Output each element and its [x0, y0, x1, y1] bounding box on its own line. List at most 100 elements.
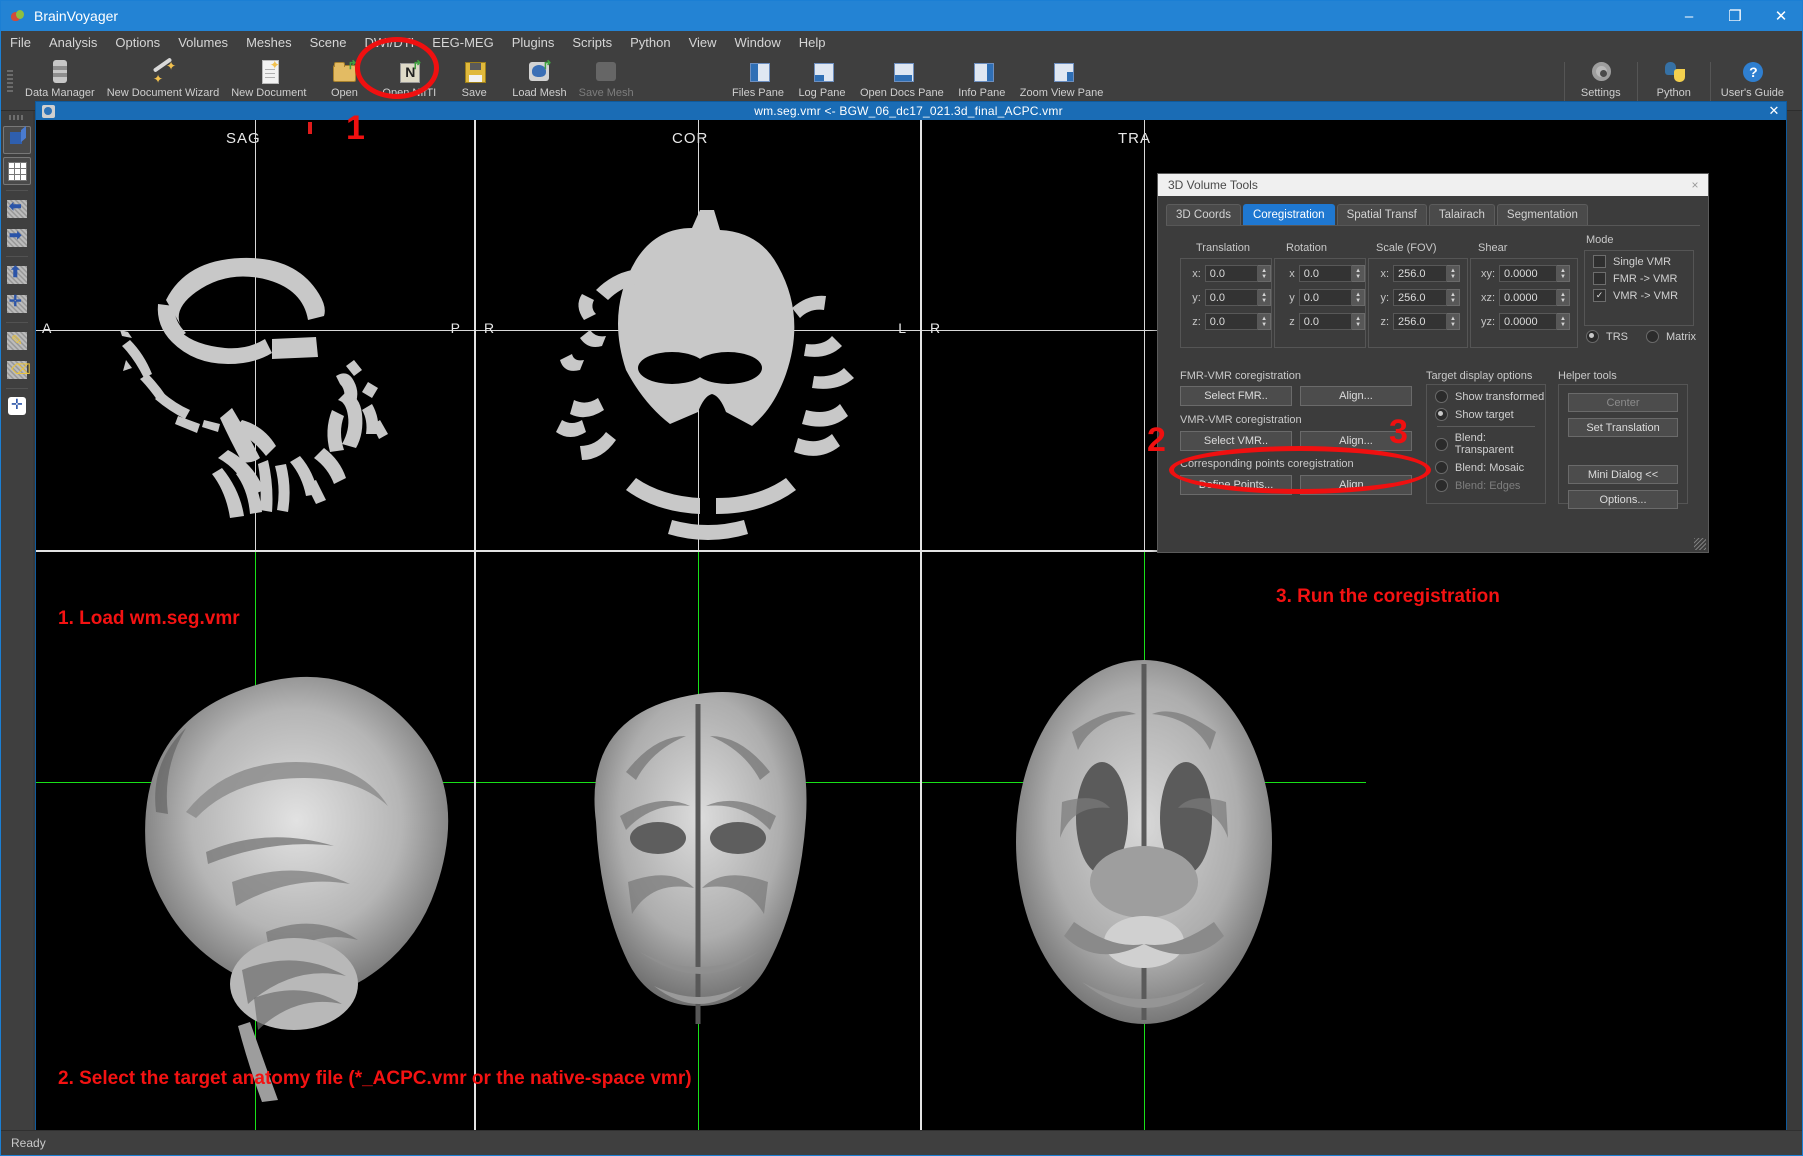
spinner-arrows[interactable]: ▲ ▼ [1352, 313, 1365, 330]
menu-python[interactable]: Python [621, 32, 679, 53]
sidebar-item-move-slice-center[interactable]: ✛ [4, 291, 30, 317]
pane-divider-vertical-2[interactable] [920, 120, 922, 550]
sidebar-item-move-slice-up[interactable]: ⬆ [4, 262, 30, 288]
spinner-arrows[interactable]: ▲ ▼ [1258, 313, 1271, 330]
menu-help[interactable]: Help [790, 32, 835, 53]
toolbar-open-docs-pane[interactable]: Open Docs Pane [854, 56, 950, 99]
pane-coronal-bottom[interactable] [476, 552, 920, 1130]
pane-transversal-bottom[interactable] [922, 552, 1366, 1130]
menu-options[interactable]: Options [106, 32, 169, 53]
shear-xy-input[interactable]: 0.0000 [1499, 265, 1557, 282]
checkbox[interactable] [1593, 255, 1606, 268]
minimize-button[interactable]: – [1666, 1, 1712, 31]
pane-divider-vertical-1[interactable] [474, 120, 476, 550]
pane-divider-vertical-3[interactable] [474, 552, 476, 1130]
spinner-arrows[interactable]: ▲ ▼ [1447, 289, 1460, 306]
radio-matrix[interactable]: Matrix [1646, 330, 1696, 343]
menu-analysis[interactable]: Analysis [40, 32, 106, 53]
option-blend-transparent[interactable]: Blend: Transparent [1435, 432, 1545, 456]
spinner-arrows[interactable]: ▲ ▼ [1352, 289, 1365, 306]
option-show-transformed[interactable]: Show transformed [1435, 390, 1545, 403]
spinner-arrows[interactable]: ▲ ▼ [1447, 313, 1460, 330]
mode-fmr-to-vmr[interactable]: FMR -> VMR [1593, 272, 1693, 285]
translation-x[interactable]: x: 0.0 ▲ ▼ [1181, 265, 1271, 282]
toolbar-grip[interactable] [7, 70, 13, 92]
dialog-close-button[interactable]: × [1682, 174, 1708, 196]
toolbar-save[interactable]: Save [442, 56, 506, 99]
option-show-target[interactable]: Show target [1435, 408, 1545, 421]
close-button[interactable]: ✕ [1758, 1, 1802, 31]
pane-sagittal-top[interactable]: SAG A P [36, 120, 474, 550]
menu-scene[interactable]: Scene [301, 32, 356, 53]
checkbox-checked[interactable]: ✓ [1593, 289, 1606, 302]
tab-segmentation[interactable]: Segmentation [1496, 204, 1588, 225]
shear-xz-input[interactable]: 0.0000 [1499, 289, 1557, 306]
rotation-y[interactable]: y 0.0 ▲ ▼ [1275, 289, 1365, 306]
pane-divider-vertical-4[interactable] [920, 552, 922, 1130]
sidebar-item-paint-tool[interactable]: ✎ [4, 328, 30, 354]
radio-trs[interactable]: TRS [1586, 330, 1628, 343]
checkbox[interactable] [1593, 272, 1606, 285]
document-close-button[interactable]: ✕ [1762, 103, 1786, 119]
mini-dialog-button[interactable]: Mini Dialog << [1568, 465, 1678, 484]
toolbar-info-pane[interactable]: Info Pane [950, 56, 1014, 99]
align-fmr-button[interactable]: Align... [1300, 386, 1412, 406]
menu-scripts[interactable]: Scripts [563, 32, 621, 53]
rotation-y-input[interactable]: 0.0 [1298, 289, 1353, 306]
option-blend-mosaic[interactable]: Blend: Mosaic [1435, 461, 1545, 474]
pane-coronal-top[interactable]: COR R L [476, 120, 920, 550]
translation-z[interactable]: z: 0.0 ▲ ▼ [1181, 313, 1271, 330]
scale-z[interactable]: z: 256.0 ▲ ▼ [1369, 313, 1467, 330]
spinner-arrows[interactable]: ▲ ▼ [1557, 265, 1570, 282]
tab-spatial-transf[interactable]: Spatial Transf [1336, 204, 1427, 225]
maximize-button[interactable]: ❐ [1712, 1, 1758, 31]
scale-z-input[interactable]: 256.0 [1393, 313, 1447, 330]
rotation-z-input[interactable]: 0.0 [1298, 313, 1353, 330]
translation-y-input[interactable]: 0.0 [1204, 289, 1259, 306]
tab-coregistration[interactable]: Coregistration [1242, 204, 1335, 225]
rotation-x-input[interactable]: 0.0 [1298, 265, 1353, 282]
spinner-arrows[interactable]: ▲ ▼ [1447, 265, 1460, 282]
select-fmr-button[interactable]: Select FMR.. [1180, 386, 1292, 406]
rotation-x[interactable]: x 0.0 ▲ ▼ [1275, 265, 1365, 282]
shear-xy[interactable]: xy: 0.0000 ▲ ▼ [1471, 265, 1577, 282]
spinner-arrows[interactable]: ▲ ▼ [1258, 289, 1271, 306]
scale-y-input[interactable]: 256.0 [1393, 289, 1447, 306]
mode-single-vmr[interactable]: Single VMR [1593, 255, 1693, 268]
menu-meshes[interactable]: Meshes [237, 32, 301, 53]
options-button[interactable]: Options... [1568, 490, 1678, 509]
menu-file[interactable]: File [1, 32, 40, 53]
spinner-arrows[interactable]: ▲ ▼ [1557, 289, 1570, 306]
sidebar-item-volume-3d-view[interactable] [3, 126, 31, 154]
menu-view[interactable]: View [680, 32, 726, 53]
scale-x[interactable]: x: 256.0 ▲ ▼ [1369, 265, 1467, 282]
translation-x-input[interactable]: 0.0 [1204, 265, 1259, 282]
shear-xz[interactable]: xz: 0.0000 ▲ ▼ [1471, 289, 1577, 306]
sidebar-item-move-slice-right[interactable]: ➡ [4, 225, 30, 251]
translation-y[interactable]: y: 0.0 ▲ ▼ [1181, 289, 1271, 306]
tab-talairach[interactable]: Talairach [1428, 204, 1495, 225]
set-translation-button[interactable]: Set Translation [1568, 418, 1678, 437]
scale-x-input[interactable]: 256.0 [1393, 265, 1447, 282]
spinner-arrows[interactable]: ▲ ▼ [1557, 313, 1570, 330]
sidebar-item-multi-slice-view[interactable] [3, 157, 31, 185]
pane-sagittal-bottom[interactable] [36, 552, 474, 1130]
spinner-arrows[interactable]: ▲ ▼ [1258, 265, 1271, 282]
toolbar-files-pane[interactable]: Files Pane [726, 56, 790, 99]
toolbar-settings[interactable]: Settings [1569, 56, 1633, 102]
shear-yz[interactable]: yz: 0.0000 ▲ ▼ [1471, 313, 1577, 330]
rotation-z[interactable]: z 0.0 ▲ ▼ [1275, 313, 1365, 330]
sidebar-item-erase-tool[interactable]: ⌫ [4, 357, 31, 383]
shear-yz-input[interactable]: 0.0000 [1499, 313, 1557, 330]
tab-3d-coords[interactable]: 3D Coords [1166, 204, 1241, 225]
translation-z-input[interactable]: 0.0 [1204, 313, 1259, 330]
mode-vmr-to-vmr[interactable]: ✓ VMR -> VMR [1593, 289, 1693, 302]
sidebar-item-move-slice-left[interactable]: ⬅ [4, 196, 30, 222]
sidebar-item-crosshair-tool[interactable] [4, 394, 30, 420]
toolbar-new-document-wizard[interactable]: ✦ ✦ New Document Wizard [101, 56, 225, 99]
scale-y[interactable]: y: 256.0 ▲ ▼ [1369, 289, 1467, 306]
toolbar-data-manager[interactable]: Data Manager [19, 56, 101, 99]
menu-window[interactable]: Window [726, 32, 790, 53]
dialog-resize-grip[interactable] [1694, 538, 1706, 550]
toolbar-log-pane[interactable]: Log Pane [790, 56, 854, 99]
